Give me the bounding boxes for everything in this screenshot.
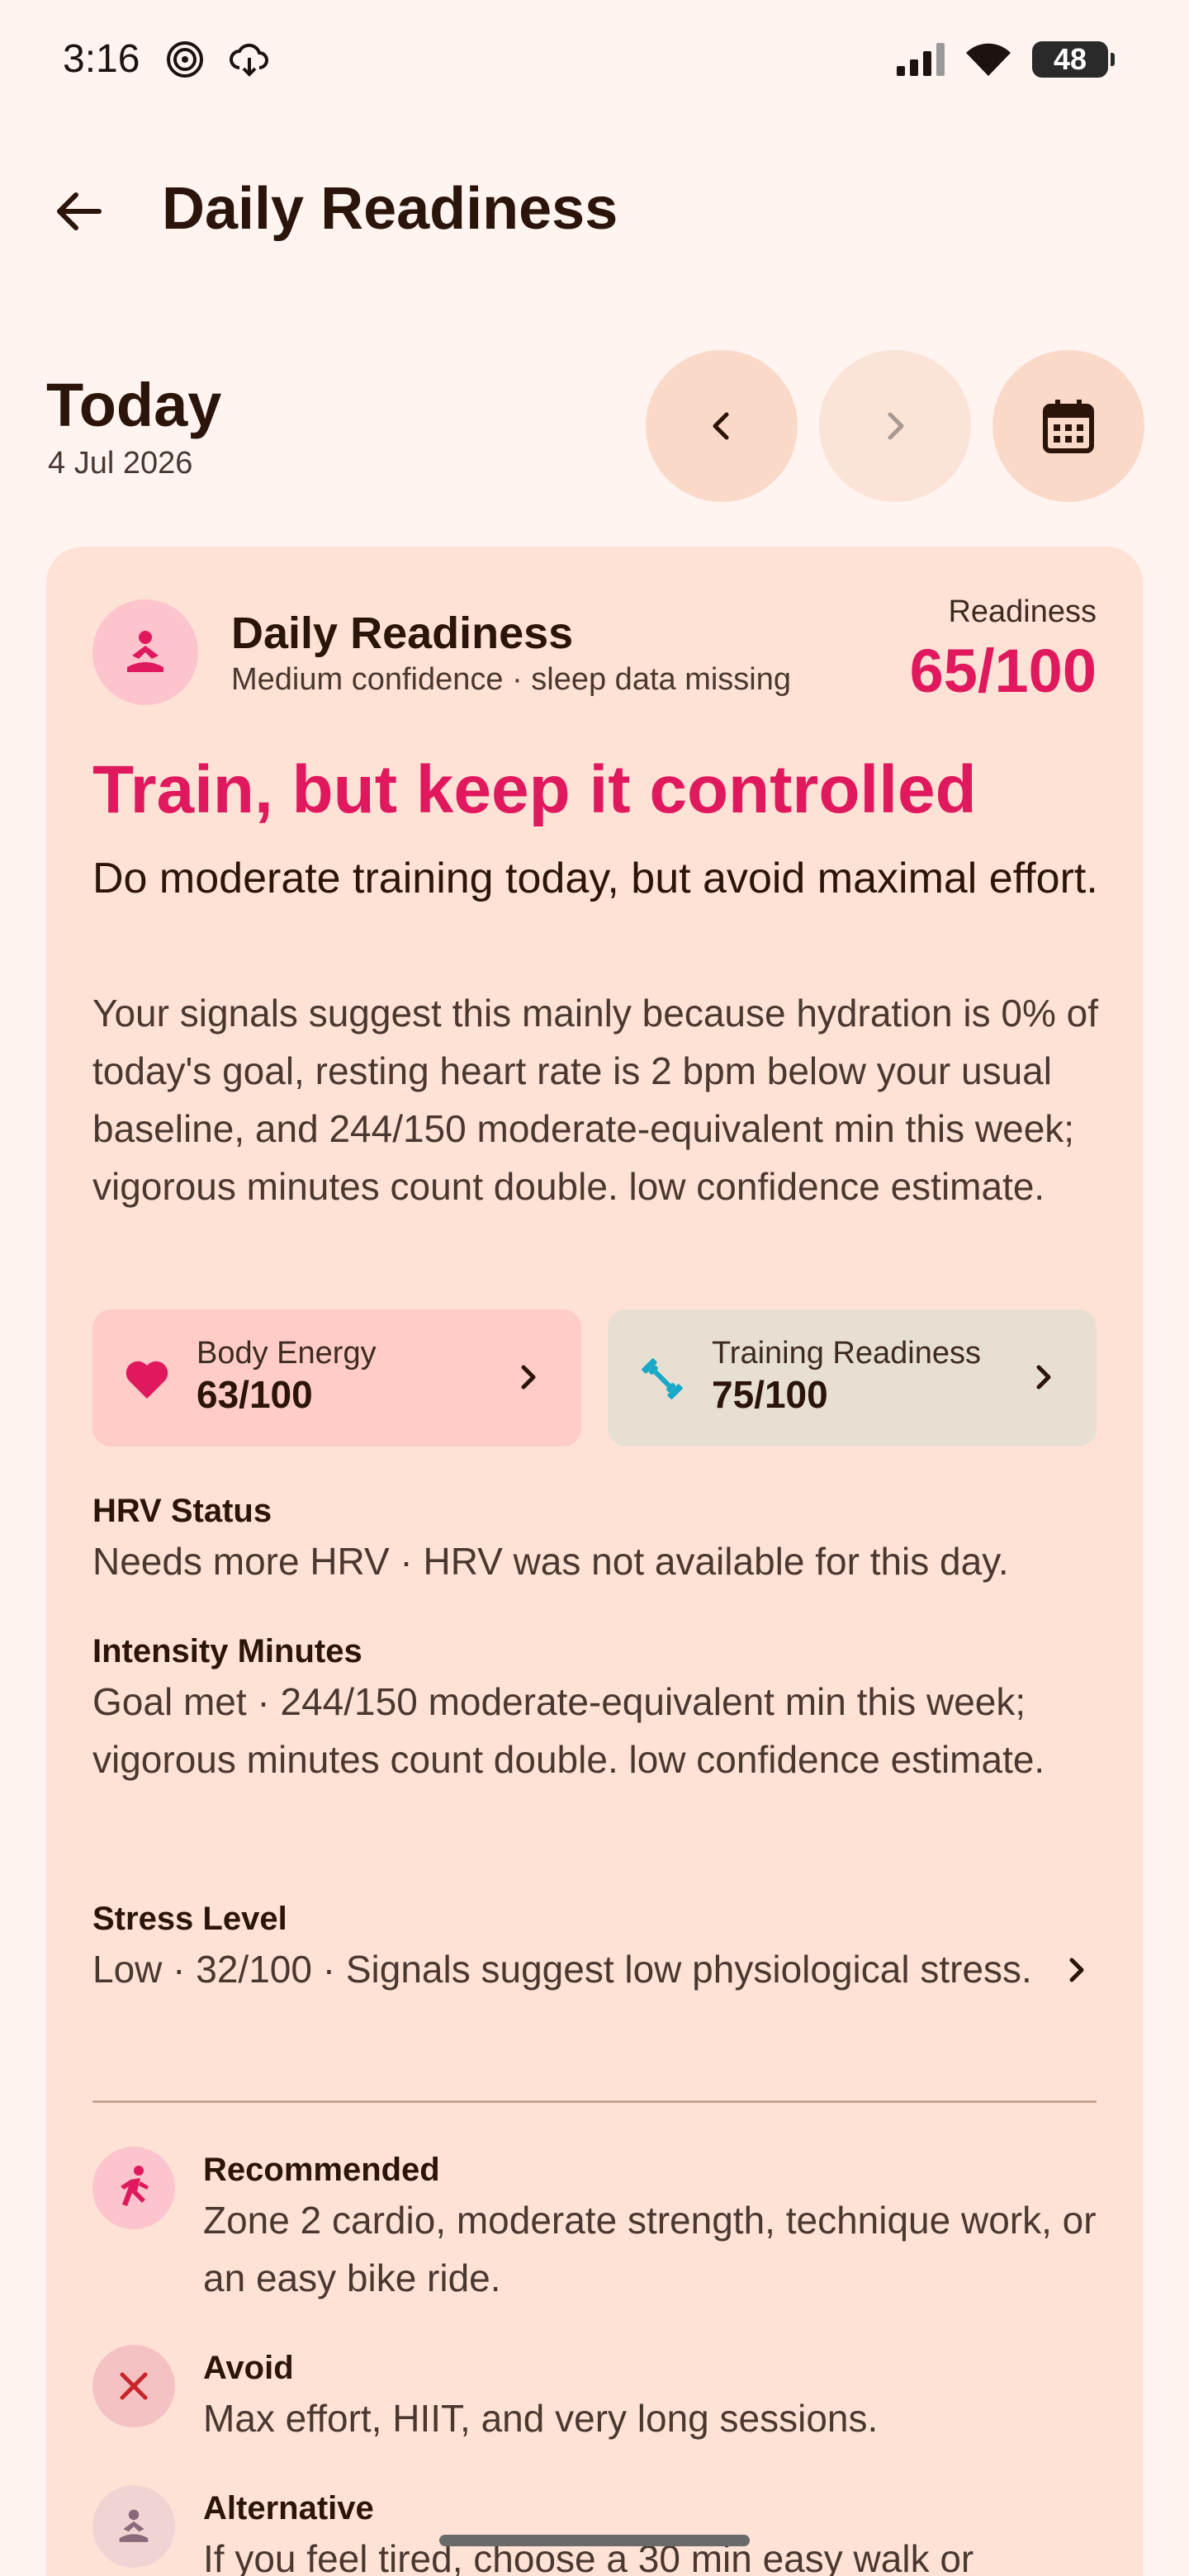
chevron-right-icon: [888, 412, 904, 440]
readiness-card: Daily Readiness Medium confidence · slee…: [46, 547, 1143, 2576]
body-energy-chip[interactable]: Body Energy 63/100: [92, 1309, 581, 1447]
heart-icon: [121, 1352, 173, 1405]
intensity-minutes-label: Intensity Minutes: [92, 1633, 362, 1669]
chevron-right-icon: [509, 1357, 548, 1397]
home-indicator[interactable]: [439, 2535, 750, 2546]
avoid-text: Max effort, HIIT, and very long sessions…: [203, 2397, 879, 2440]
close-icon: [92, 2345, 175, 2427]
card-title: Daily Readiness: [231, 608, 574, 658]
date-value: 4 Jul 2026: [48, 446, 193, 481]
chip-label: Training Readiness: [712, 1336, 981, 1371]
hrv-status-text: Needs more HRV · HRV was not available f…: [92, 1540, 1009, 1583]
chevron-left-icon: [713, 412, 729, 440]
training-readiness-chip[interactable]: Training Readiness 75/100: [608, 1309, 1097, 1447]
meditation-icon: [92, 2485, 175, 2568]
running-icon: [92, 2147, 175, 2229]
hrv-status-label: HRV Status: [92, 1493, 272, 1529]
card-subtitle: Medium confidence · sleep data missing: [231, 662, 792, 697]
status-bar: 3:16 48: [0, 0, 1189, 116]
recommended-label: Recommended: [203, 2152, 440, 2188]
signal-icon: [897, 43, 946, 80]
recommended-text: Zone 2 cardio, moderate strength, techni…: [203, 2199, 1097, 2299]
stress-level-text: Low · 32/100 · Signals suggest low physi…: [92, 1948, 1032, 1991]
stress-level-label: Stress Level: [92, 1901, 287, 1937]
battery-indicator: 48: [1032, 41, 1115, 78]
previous-day-button[interactable]: [646, 350, 798, 502]
chip-label: Body Energy: [197, 1336, 377, 1371]
next-day-button[interactable]: [819, 350, 971, 502]
chevron-right-icon: [1057, 1950, 1097, 1990]
recommendation-lead: Do moderate training today, but avoid ma…: [92, 855, 1098, 902]
recommendation-headline: Train, but keep it controlled: [92, 752, 977, 827]
readiness-label: Readiness: [948, 594, 1097, 629]
page-title: Daily Readiness: [162, 176, 618, 242]
recommendation-explanation: Your signals suggest this mainly because…: [92, 992, 1098, 1208]
intensity-minutes-text: Goal met · 244/150 moderate-equivalent m…: [92, 1680, 1045, 1781]
alternative-label: Alternative: [203, 2490, 374, 2526]
arrow-left-icon: [57, 192, 102, 230]
focus-mode-icon: [165, 40, 205, 83]
cloud-sync-icon: [228, 40, 271, 83]
meditation-icon: [92, 599, 198, 705]
avoid-label: Avoid: [203, 2350, 294, 2386]
dumbbell-icon: [636, 1352, 689, 1405]
wifi-icon: [964, 40, 1012, 82]
chip-value: 63/100: [197, 1373, 313, 1416]
back-button[interactable]: [46, 178, 112, 244]
status-time: 3:16: [63, 37, 140, 81]
readiness-score: 65/100: [909, 637, 1097, 705]
calendar-button[interactable]: [992, 350, 1144, 502]
calendar-icon: [1043, 400, 1094, 453]
divider: [92, 2100, 1097, 2103]
chevron-right-icon: [1024, 1357, 1063, 1397]
date-label: Today: [46, 371, 222, 439]
chip-value: 75/100: [712, 1373, 828, 1416]
